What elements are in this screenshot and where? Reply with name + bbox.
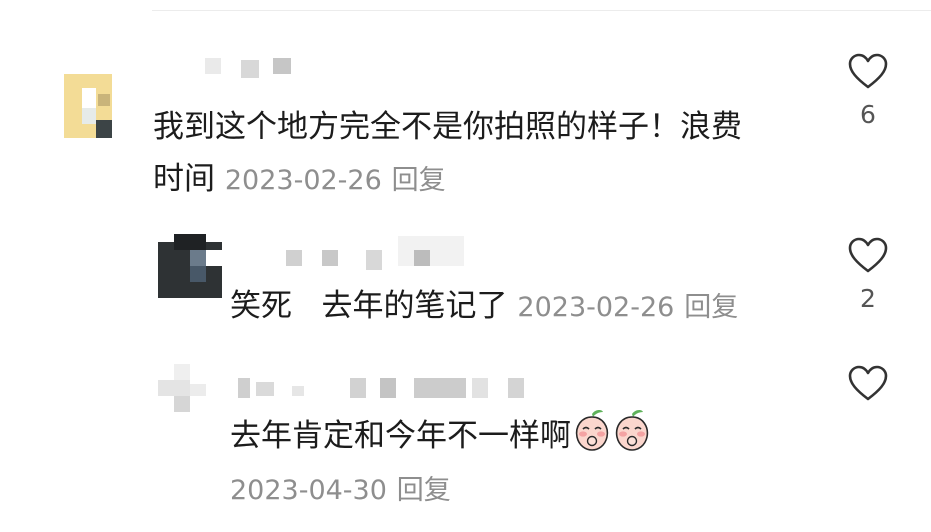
reply-button[interactable]: 回复 (397, 475, 451, 506)
peach-sneaky-emoji (613, 408, 651, 452)
heart-outline-icon[interactable] (847, 236, 889, 274)
comment-text: 去年肯定和今年不一样啊 (230, 408, 651, 463)
comment-text-meta-line: 时间 2023-02-26 回复 (153, 152, 446, 208)
comment-date: 2023-02-26 (517, 292, 675, 323)
comment-text-line: 时间 (153, 161, 215, 197)
reply-button[interactable]: 回复 (392, 165, 446, 196)
username-blurred[interactable] (286, 236, 466, 270)
avatar[interactable] (64, 74, 112, 138)
comment-date: 2023-02-26 (224, 165, 382, 196)
comment-text-content: 去年肯定和今年不一样啊 (230, 418, 571, 454)
comment-text: 我到这个地方完全不是你拍照的样子！浪费 (153, 100, 742, 154)
like-control[interactable]: 6 (838, 52, 898, 129)
like-count: 2 (860, 284, 876, 313)
heart-outline-icon[interactable] (847, 364, 889, 402)
like-control[interactable]: 2 (838, 236, 898, 313)
comment-text-line: 我到这个地方完全不是你拍照的样子！浪费 (153, 109, 742, 145)
avatar[interactable] (158, 364, 222, 428)
peach-sneaky-emoji (573, 408, 611, 452)
username-blurred[interactable] (205, 58, 295, 78)
avatar[interactable] (158, 234, 222, 298)
reply-button[interactable]: 回复 (684, 292, 738, 323)
top-divider (152, 10, 931, 11)
heart-outline-icon[interactable] (847, 52, 889, 90)
username-blurred[interactable] (238, 378, 548, 398)
comment-text: 笑死 去年的笔记了 (230, 288, 508, 324)
comment-date: 2023-04-30 (230, 475, 387, 506)
like-control[interactable] (838, 364, 898, 412)
comment-meta-line: 2023-04-30 回复 (230, 462, 451, 518)
like-count: 6 (860, 100, 876, 129)
comment-text-meta-line: 笑死 去年的笔记了 2023-02-26 回复 (230, 279, 738, 335)
